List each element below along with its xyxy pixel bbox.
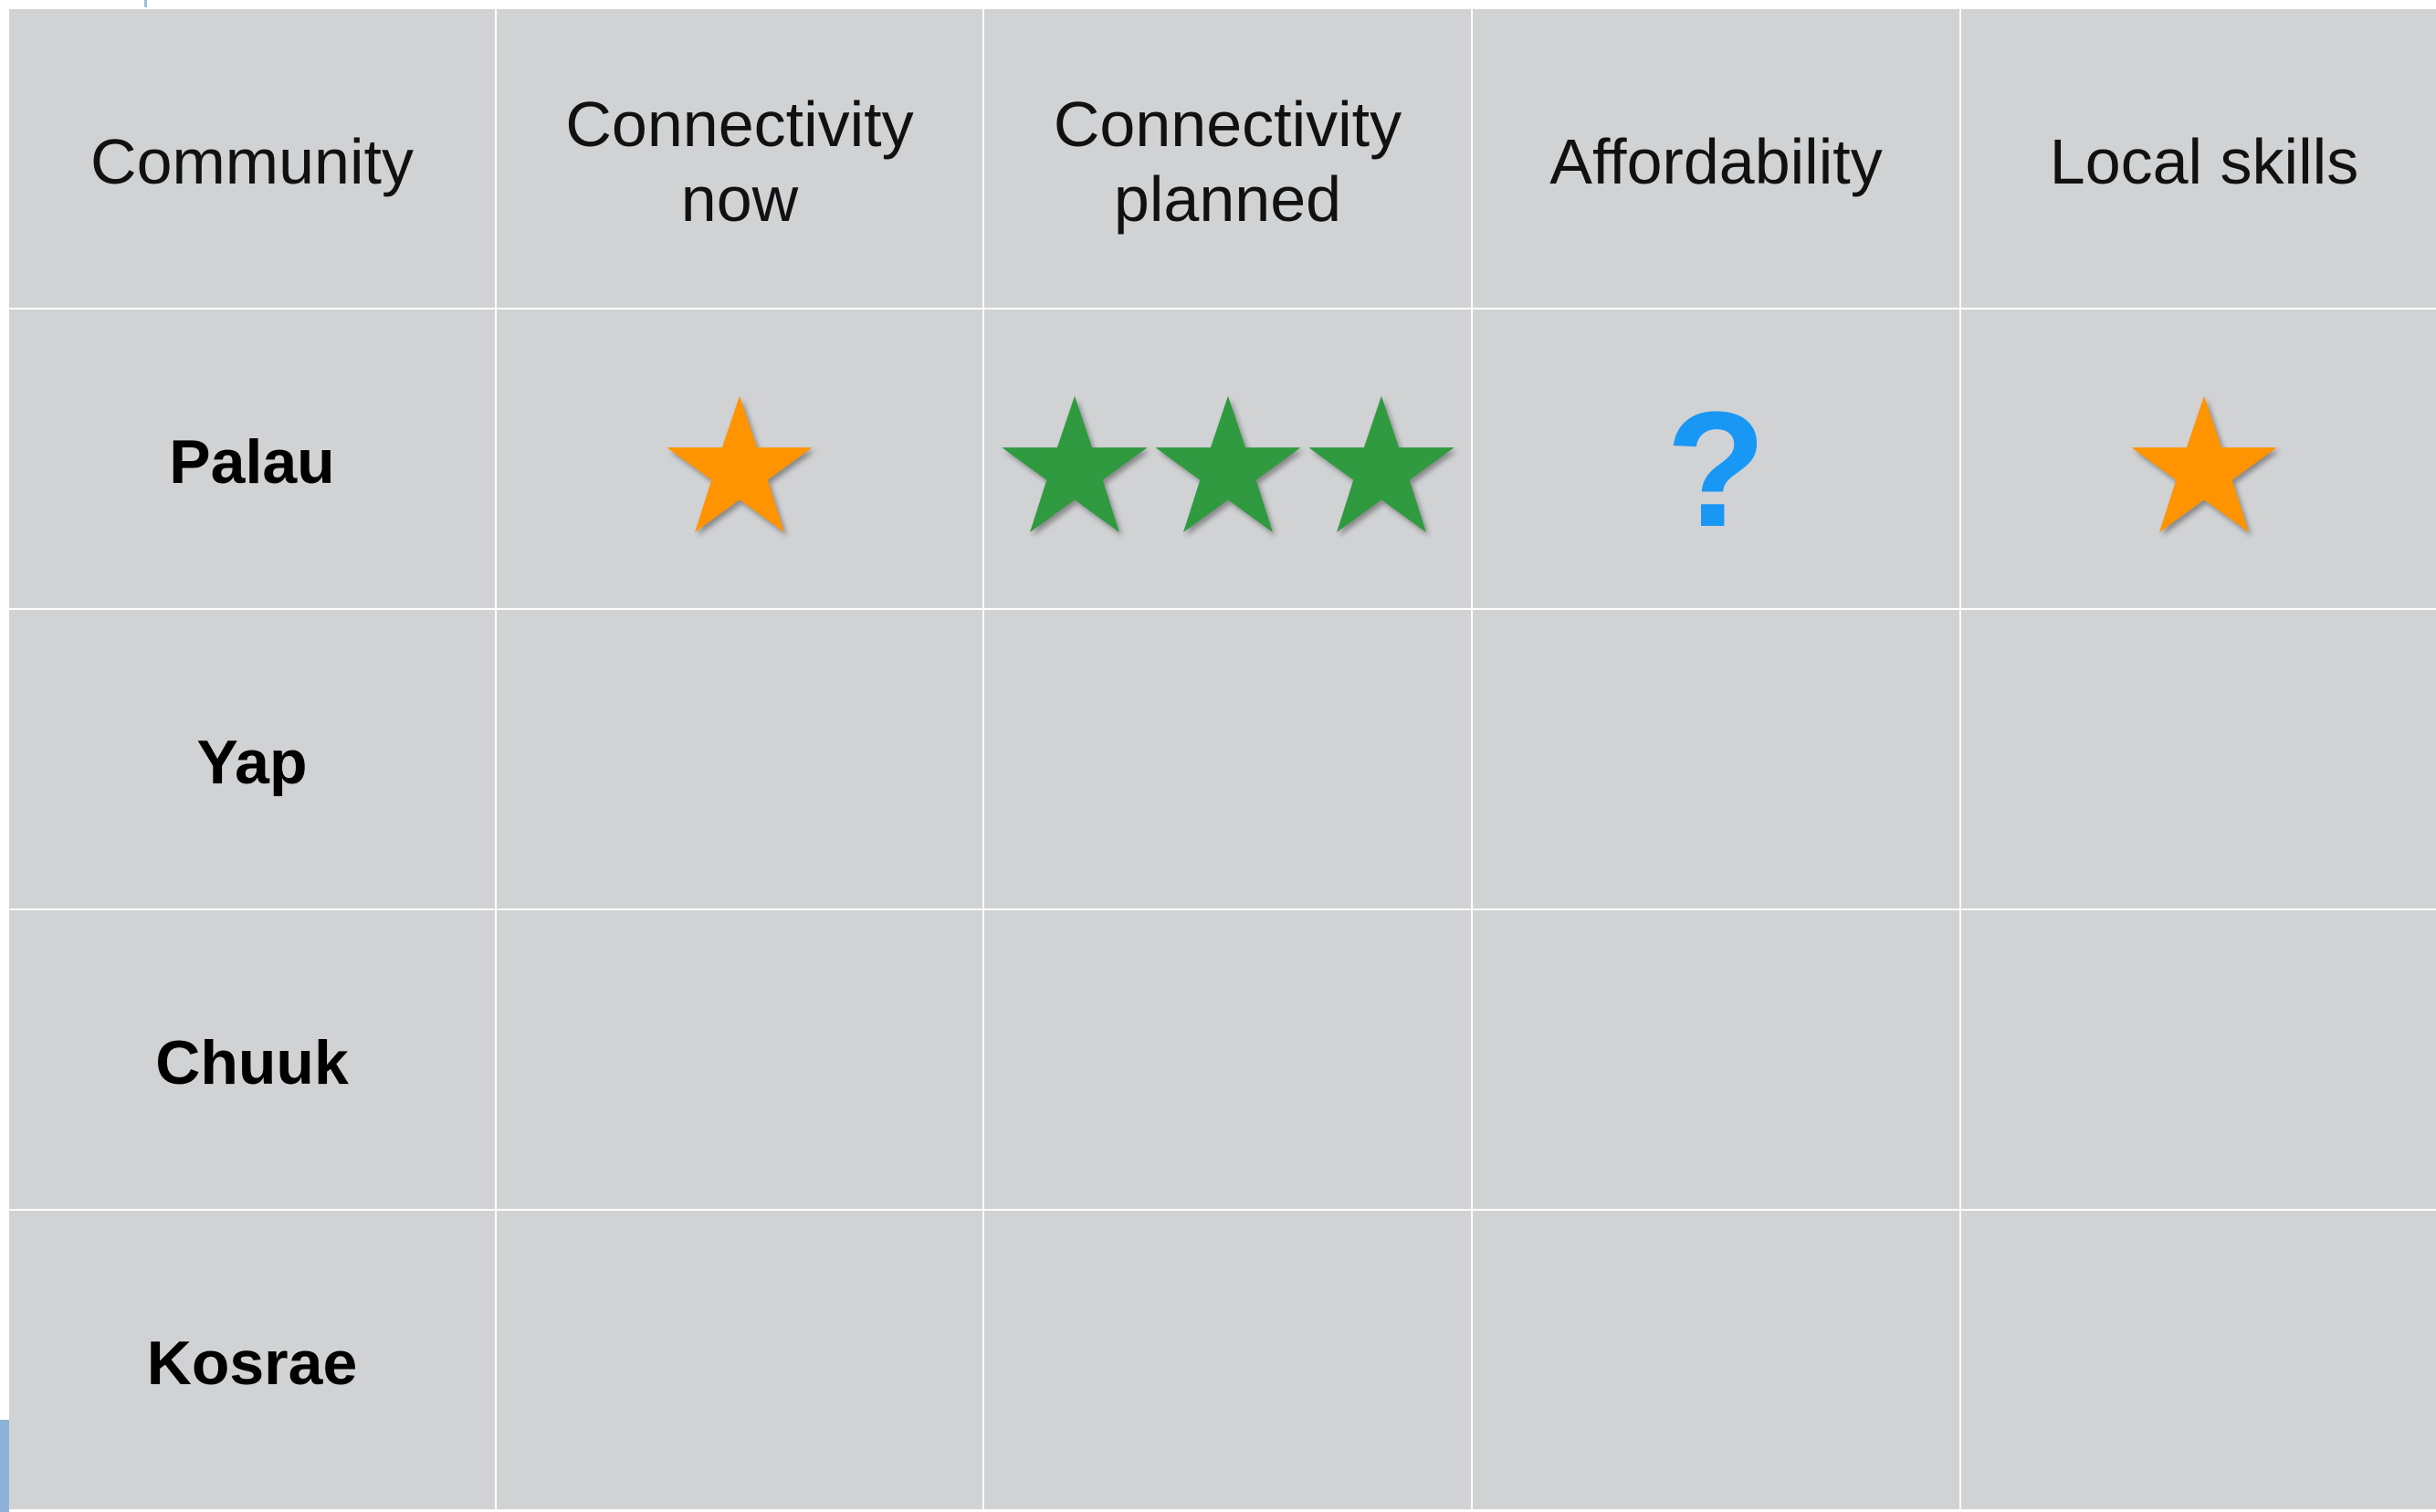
palau-local-skills-cell (1961, 310, 2436, 608)
header-label: Community (90, 125, 414, 197)
row-label-kosrae: Kosrae (9, 1211, 495, 1509)
header-label: Connectivity now (565, 88, 914, 235)
header-label: Affordability (1549, 125, 1883, 197)
palau-connectivity-now-cell (497, 310, 982, 608)
empty-cell (1961, 910, 2436, 1209)
star-icon (2128, 393, 2280, 539)
empty-cell (1961, 610, 2436, 908)
empty-cell (497, 610, 982, 908)
star-icon (1306, 393, 1457, 539)
palau-affordability-cell: ? (1473, 310, 1959, 608)
header-label: Connectivity planned (1053, 88, 1402, 235)
empty-cell (1473, 1211, 1959, 1509)
star-rating (2128, 380, 2280, 539)
question-mark-icon: ? (1665, 377, 1767, 562)
header-local-skills: Local skills (1961, 9, 2436, 308)
star-rating (664, 380, 815, 539)
empty-cell (984, 1211, 1471, 1509)
edge-mark (0, 1420, 9, 1512)
header-affordability: Affordability (1473, 9, 1959, 308)
empty-cell (497, 910, 982, 1209)
star-icon (999, 393, 1150, 539)
star-icon (664, 393, 815, 539)
star-rating (999, 380, 1457, 539)
row-label-chuuk: Chuuk (9, 910, 495, 1209)
header-connectivity-planned: Connectivity planned (984, 9, 1471, 308)
empty-cell (497, 1211, 982, 1509)
star-icon (1152, 393, 1304, 539)
row-label-yap: Yap (9, 610, 495, 908)
corner-mark (144, 0, 147, 7)
header-connectivity-now: Connectivity now (497, 9, 982, 308)
empty-cell (1473, 610, 1959, 908)
header-community: Community (9, 9, 495, 308)
empty-cell (984, 610, 1471, 908)
row-label-palau: Palau (9, 310, 495, 608)
empty-cell (984, 910, 1471, 1209)
header-label: Local skills (2049, 125, 2359, 197)
slide: Community Connectivity now Connectivity … (0, 0, 2436, 1512)
palau-connectivity-planned-cell (984, 310, 1471, 608)
empty-cell (1961, 1211, 2436, 1509)
unknown-rating: ? (1666, 366, 1767, 552)
empty-cell (1473, 910, 1959, 1209)
rating-table: Community Connectivity now Connectivity … (9, 9, 2436, 1512)
